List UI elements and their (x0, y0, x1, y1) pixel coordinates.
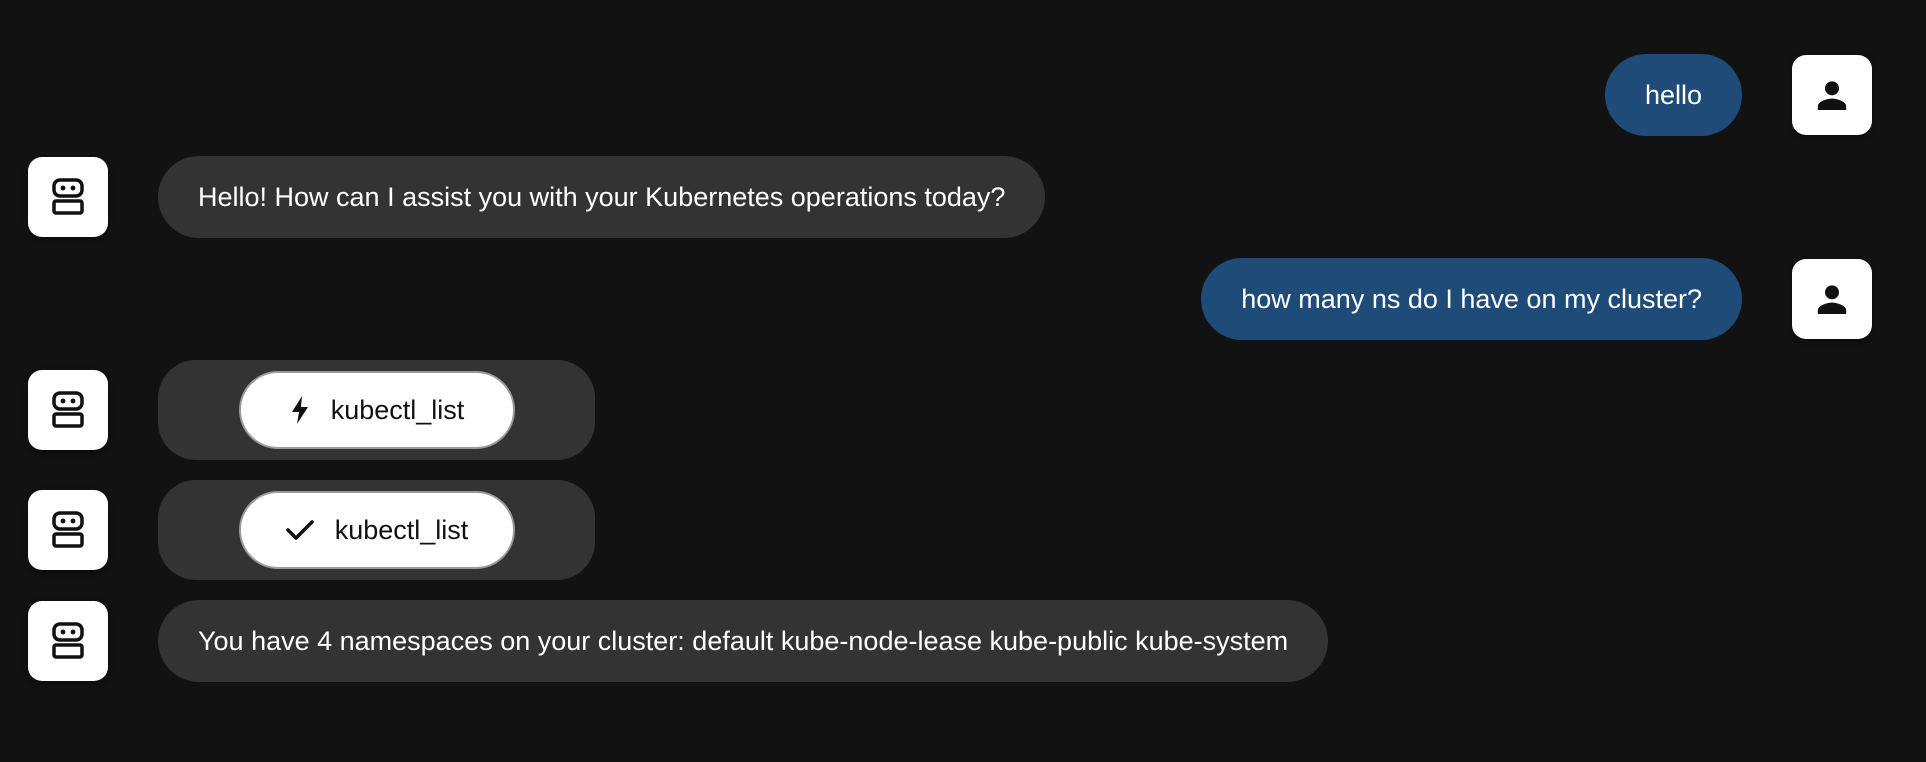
assistant-message-text: You have 4 namespaces on your cluster: d… (198, 625, 1289, 656)
user-message-bubble: how many ns do I have on my cluster? (1201, 258, 1742, 340)
assistant-message-text: Hello! How can I assist you with your Ku… (198, 181, 1006, 212)
tool-name: kubectl_list (334, 514, 469, 545)
user-avatar (1792, 55, 1872, 135)
lightning-icon (291, 396, 308, 424)
tool-call-bubble: kubectl_list (158, 360, 595, 460)
tool-call-chip[interactable]: kubectl_list (238, 371, 515, 449)
assistant-avatar (28, 157, 108, 237)
person-icon (1817, 81, 1847, 110)
user-message-text: hello (1644, 79, 1702, 110)
user-message-bubble: hello (1604, 54, 1742, 136)
tool-result-bubble: kubectl_list (158, 480, 595, 580)
checkmark-icon (285, 520, 314, 540)
assistant-avatar (28, 490, 108, 570)
user-message-text: how many ns do I have on my cluster? (1241, 283, 1702, 314)
robot-icon (52, 622, 84, 659)
assistant-message-bubble: Hello! How can I assist you with your Ku… (158, 156, 1046, 238)
tool-name: kubectl_list (330, 394, 465, 425)
robot-icon (52, 511, 84, 548)
assistant-avatar (28, 601, 108, 681)
tool-result-chip[interactable]: kubectl_list (238, 491, 515, 569)
chat-transcript: hello Hello! How can I assist you with y… (0, 0, 1926, 762)
robot-icon (52, 178, 84, 215)
user-avatar (1792, 259, 1872, 339)
assistant-avatar (28, 370, 108, 450)
robot-icon (52, 391, 84, 428)
person-icon (1817, 285, 1847, 314)
assistant-message-bubble: You have 4 namespaces on your cluster: d… (158, 600, 1329, 682)
